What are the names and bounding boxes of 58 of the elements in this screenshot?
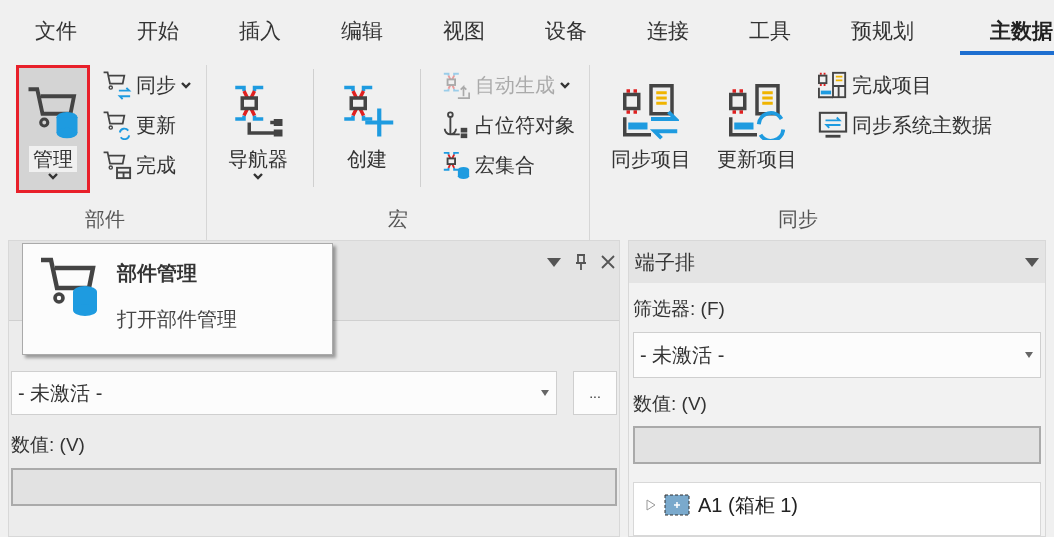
macro-export-icon [441, 70, 471, 100]
ribbon-button[interactable]: 同步项目 [602, 65, 700, 193]
ribbon-tab[interactable]: 编辑 [311, 10, 413, 55]
panel-title: 端子排 [635, 250, 696, 275]
filter-label: 筛选器: (F) [633, 297, 726, 321]
close-icon[interactable] [601, 255, 615, 269]
ribbon-tab[interactable]: 连接 [617, 10, 719, 55]
group-label: 同步 [777, 207, 819, 232]
value-field[interactable] [11, 467, 617, 506]
ribbon-tab[interactable]: 开始 [107, 10, 209, 55]
cart-grid-icon [102, 150, 132, 180]
ribbon-tab[interactable]: 工具 [719, 10, 821, 55]
ribbon-tab[interactable]: 主数据 [960, 10, 1054, 55]
cabinet-icon [664, 494, 690, 516]
value-label: 数值: (V) [633, 391, 708, 416]
ribbon-button[interactable]: 完成项目 [816, 65, 994, 105]
expand-arrow-icon[interactable] [646, 499, 656, 511]
group-label: 部件 [84, 207, 126, 232]
value-field[interactable] [633, 426, 1041, 464]
ribbon-tab[interactable]: 视图 [413, 10, 515, 55]
macro-database-icon [441, 150, 471, 180]
dropdown-arrow-icon [1024, 351, 1034, 358]
filter-dropdown[interactable]: - 未激活 - [633, 331, 1041, 378]
ribbon-button[interactable]: 同步系统主数据 [816, 105, 994, 145]
ribbon-tab[interactable]: 插入 [209, 10, 311, 55]
tooltip-title: 部件管理 [117, 261, 198, 286]
pin-icon[interactable] [575, 254, 587, 270]
ribbon-button[interactable]: 管理 [16, 65, 90, 193]
chevron-down-icon [180, 80, 192, 90]
ribbon-button[interactable]: 完成 [100, 145, 194, 185]
ribbon-tab[interactable]: 预规划 [821, 10, 944, 55]
cart-arrows-icon [102, 70, 132, 100]
device-grid-icon [818, 70, 848, 100]
ribbon-button[interactable]: 同步 [100, 65, 194, 105]
chevron-down-icon [252, 172, 264, 181]
device-sync-icon [623, 84, 679, 140]
group-label: 宏 [387, 207, 409, 232]
ribbon-button[interactable]: 宏集合 [439, 145, 577, 185]
ribbon-tab[interactable]: 设备 [515, 10, 617, 55]
tooltip-description: 打开部件管理 [117, 307, 237, 332]
menu-arrow-icon[interactable] [1025, 257, 1039, 267]
tree-item[interactable]: A1 (箱柜 1) [698, 490, 799, 520]
filter-dropdown[interactable]: - 未激活 - [11, 371, 557, 415]
menu-arrow-icon[interactable] [547, 257, 561, 267]
dropdown-arrow-icon [540, 390, 550, 396]
ribbon-button[interactable]: 更新 [100, 105, 194, 145]
ribbon-button[interactable]: 占位符对象 [439, 105, 577, 145]
value-label: 数值: (V) [11, 433, 86, 457]
ribbon-button[interactable]: 导航器 [219, 65, 297, 193]
device-refresh-icon [729, 84, 785, 140]
ribbon-button[interactable]: 创建 [330, 65, 404, 193]
more-button[interactable]: ... [573, 371, 617, 415]
ribbon-tab[interactable]: 文件 [5, 10, 107, 55]
ribbon-button[interactable]: 更新项目 [708, 65, 806, 193]
cart-refresh-icon [102, 110, 132, 140]
chevron-down-icon [559, 80, 571, 90]
chevron-down-icon [47, 172, 59, 181]
monitor-sync-icon [818, 110, 848, 140]
